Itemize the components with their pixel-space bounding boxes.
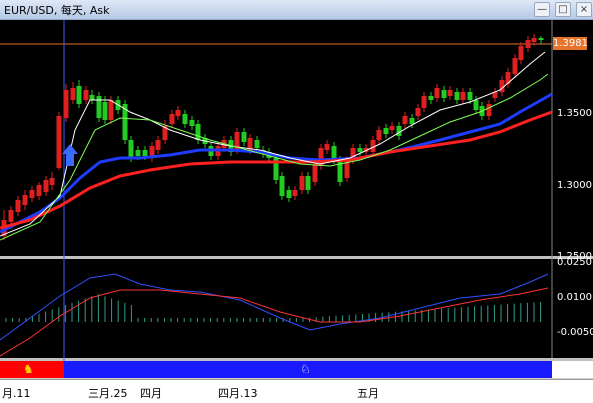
candle-body xyxy=(49,178,55,185)
candle-body xyxy=(63,90,69,118)
candle-body xyxy=(43,180,49,192)
candle-body xyxy=(70,88,76,100)
date-label: 五月 xyxy=(357,387,379,400)
date-label: 月.11 xyxy=(2,387,31,400)
macd-axis-label: -0.0050 xyxy=(557,327,593,338)
candle-body xyxy=(175,110,181,116)
candle-body xyxy=(447,90,453,96)
candle-body xyxy=(434,88,440,98)
candle-body xyxy=(486,104,492,116)
candle-body xyxy=(441,90,447,98)
candle-body xyxy=(36,185,42,196)
candle-body xyxy=(241,132,247,142)
candle-body xyxy=(512,58,518,74)
candle-body xyxy=(409,118,415,124)
candle-body xyxy=(324,144,330,150)
current-price-tag: 1.3981 xyxy=(553,37,588,50)
candle-body xyxy=(195,124,201,140)
candle-body xyxy=(142,150,148,156)
price-axis-label: 1.3000 xyxy=(557,180,592,191)
ma-green-line xyxy=(0,73,549,241)
candle-body xyxy=(286,190,292,198)
candle-body xyxy=(376,130,382,140)
candle-body xyxy=(56,116,62,168)
candle-body xyxy=(155,140,161,150)
candle-body xyxy=(15,200,21,212)
candle-body xyxy=(8,210,14,222)
candle-body xyxy=(299,176,305,190)
bear-icon: ♘ xyxy=(300,362,311,376)
candle-body xyxy=(460,92,466,100)
candle-body xyxy=(292,190,298,196)
candle-body xyxy=(383,128,389,134)
candle-body xyxy=(96,96,102,118)
candle-body xyxy=(305,176,311,190)
candle-body xyxy=(454,92,460,100)
candle-body xyxy=(135,150,141,156)
bear-band: ♘ xyxy=(64,361,552,378)
candle-body xyxy=(538,38,544,40)
candle-body xyxy=(108,100,114,120)
date-axis: 月.11 三月.25 四月 四月.13 五月 xyxy=(0,379,593,403)
candle-body xyxy=(182,114,188,124)
candle-body xyxy=(169,114,175,124)
candle-body xyxy=(83,90,89,100)
candle-body xyxy=(473,100,479,110)
date-label: 四月.13 xyxy=(218,387,258,400)
date-label: 四月 xyxy=(140,387,162,400)
candle-body xyxy=(89,95,95,100)
macd-line-red xyxy=(0,287,549,357)
candle-body xyxy=(415,108,421,116)
price-axis-label: 1.3500 xyxy=(557,108,592,119)
candle-body xyxy=(389,126,395,130)
candle-body xyxy=(29,190,35,198)
candle-body xyxy=(254,140,260,148)
macd-axis-label: 0.0250 xyxy=(557,257,592,268)
candle-body xyxy=(525,40,531,48)
chart-svg xyxy=(0,20,553,378)
date-label: 三月.25 xyxy=(88,387,128,400)
candle-body xyxy=(357,148,363,152)
ma-white-line xyxy=(0,51,546,237)
band-axis-blank xyxy=(552,361,593,378)
candle-body xyxy=(312,164,318,182)
candle-body xyxy=(421,96,427,108)
candle-body xyxy=(22,195,28,205)
chart-window: EUR/USD, 每天, Ask — □ × 1.3981 1.3500 1.3… xyxy=(0,0,593,403)
candle-body xyxy=(128,140,134,158)
macd-line-blue xyxy=(0,273,549,341)
candle-body xyxy=(102,102,108,120)
candle-body xyxy=(279,176,285,196)
candle-body xyxy=(76,86,82,104)
candle-body xyxy=(428,96,434,100)
candle-body xyxy=(518,46,524,60)
bull-band: ♞ xyxy=(0,361,64,378)
candle-body xyxy=(189,120,195,126)
bull-icon: ♞ xyxy=(23,362,34,376)
candle-body xyxy=(531,38,537,42)
candle-body xyxy=(467,92,473,100)
candle-body xyxy=(402,116,408,124)
macd-axis-label: 0.0100 xyxy=(557,292,592,303)
